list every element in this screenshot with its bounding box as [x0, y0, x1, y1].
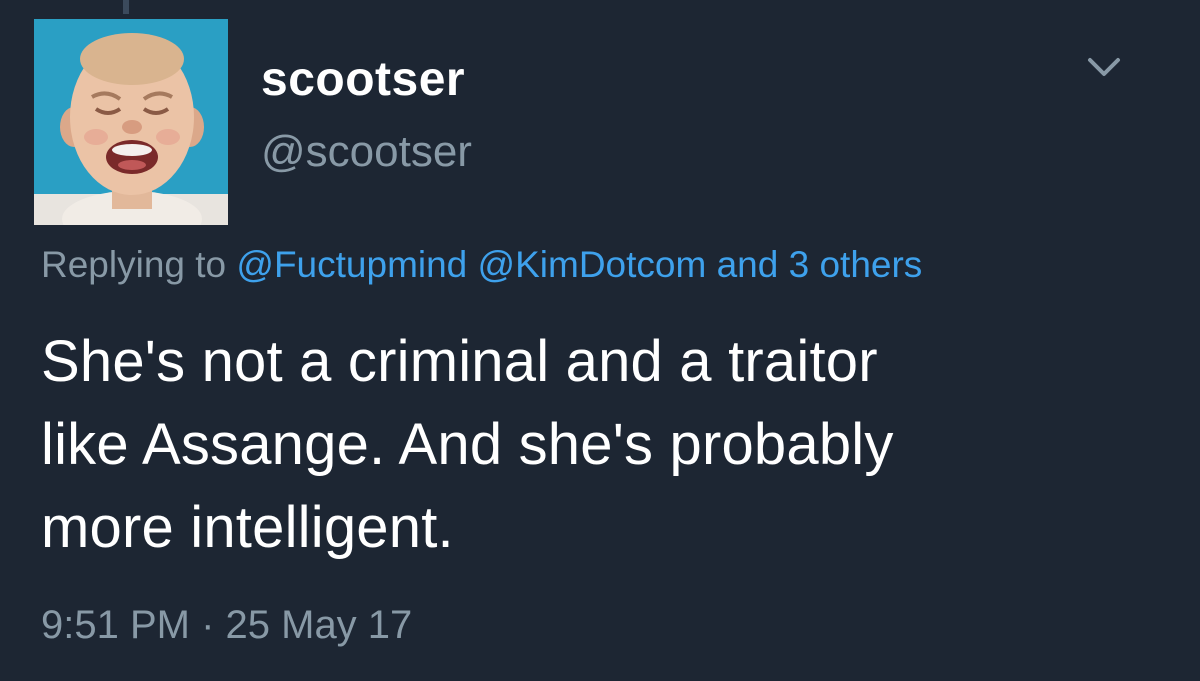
- tweet-text-line: She's not a criminal and a traitor: [41, 329, 878, 394]
- display-name[interactable]: scootser: [261, 52, 465, 108]
- mention-link-kimdotcom[interactable]: @KimDotcom: [478, 244, 707, 285]
- replying-to-line: Replying to @Fuctupmind @KimDotcom and 3…: [41, 241, 922, 289]
- others-link[interactable]: and 3 others: [717, 244, 923, 285]
- avatar[interactable]: [34, 19, 228, 225]
- tweet-text: She's not a criminal and a traitor like …: [41, 320, 1171, 569]
- chevron-down-icon[interactable]: [1084, 52, 1124, 82]
- tweet-timestamp[interactable]: 9:51 PM · 25 May 17: [41, 600, 412, 650]
- timeline-thread-connector: [123, 0, 129, 14]
- avatar-image: [34, 19, 228, 225]
- mention-link-fuctupmind[interactable]: @Fuctupmind: [236, 244, 467, 285]
- tweet-text-line: more intelligent.: [41, 495, 454, 560]
- replying-to-label: Replying to: [41, 244, 227, 285]
- tweet-text-line: like Assange. And she's probably: [41, 412, 894, 477]
- user-handle[interactable]: @scootser: [261, 126, 472, 178]
